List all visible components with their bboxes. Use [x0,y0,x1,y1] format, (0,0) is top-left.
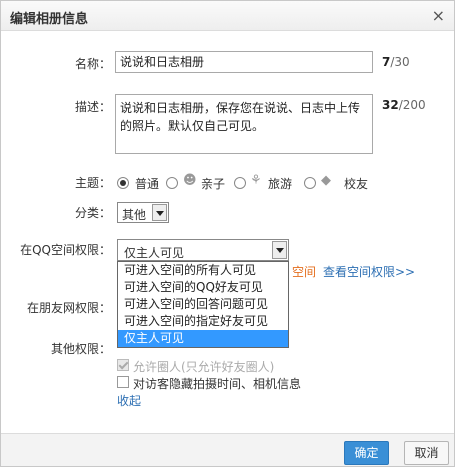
category-select[interactable]: 其他 [117,202,169,223]
allow-circle-checkbox[interactable] [117,359,129,371]
theme-label-travel: 旅游 [268,177,293,191]
graduation-cap-icon: ◆ [321,173,331,188]
palm-tree-icon: ⚘ [250,173,262,188]
hide-exif-checkbox[interactable] [117,376,129,388]
close-icon[interactable]: × [432,6,445,25]
category-label: 分类： [74,206,111,220]
category-value: 其他 [122,208,147,222]
name-input[interactable]: 说说和日志相册 [115,51,373,73]
theme-radio-parenting[interactable] [166,177,178,189]
permission-option-answer-question[interactable]: 可进入空间的回答问题可见 [118,296,288,313]
hide-exif-label: 对访客隐藏拍摄时间、相机信息 [133,377,302,391]
ok-button[interactable]: 确定 [344,441,389,465]
collapse-link[interactable]: 收起 [117,392,141,409]
baby-icon: ☻ [183,173,197,188]
dialog-titlebar: 编辑相册信息 × [1,1,454,31]
permission-dropdown-list: 可进入空间的所有人可见 可进入空间的QQ好友可见 可进入空间的回答问题可见 可进… [117,261,289,348]
dialog-title: 编辑相册信息 [10,12,89,27]
allow-circle-label: 允许圈人(只允许好友圈人) [133,360,275,374]
other-permission-label: 其他权限： [50,342,111,356]
permission-option-owner-only[interactable]: 仅主人可见 [118,330,288,347]
qq-permission-label: 在QQ空间权限： [20,243,111,257]
description-count-max: /200 [398,98,426,112]
theme-radio-alumni[interactable] [304,177,316,189]
friends-permission-label: 在朋友网权限： [26,301,111,315]
permission-option-specific-friends[interactable]: 可进入空间的指定好友可见 [118,313,288,330]
description-label: 描述： [74,100,111,114]
name-label: 名称： [74,57,111,71]
theme-label: 主题： [74,176,111,190]
qq-permission-select[interactable]: 仅主人可见 [117,239,289,261]
chevron-down-icon[interactable] [152,204,167,221]
theme-label-alumni: 校友 [344,177,369,191]
theme-radio-normal[interactable] [117,177,129,189]
theme-radio-travel[interactable] [234,177,246,189]
space-link-partial[interactable]: 空间 [292,263,316,280]
permission-option-qq-friends[interactable]: 可进入空间的QQ好友可见 [118,279,288,296]
theme-label-parenting: 亲子 [201,177,226,191]
edit-album-dialog: 编辑相册信息 × 名称： 说说和日志相册 7/30 描述： 说说和日志相册，保存… [0,0,455,467]
permission-option-all[interactable]: 可进入空间的所有人可见 [118,262,288,279]
name-char-count: 7/30 [382,55,410,69]
view-space-permission-link[interactable]: 查看空间权限>> [323,263,415,280]
cancel-button[interactable]: 取消 [404,441,449,465]
chevron-down-icon[interactable] [272,241,287,259]
theme-label-normal: 普通 [135,177,160,191]
description-char-count: 32/200 [382,98,426,112]
qq-permission-value: 仅主人可见 [124,246,185,260]
description-count-current: 32 [382,98,399,112]
description-textarea[interactable]: 说说和日志相册，保存您在说说、日志中上传的照片。默认仅自己可见。 [115,94,373,154]
name-count-max: /30 [390,55,410,69]
